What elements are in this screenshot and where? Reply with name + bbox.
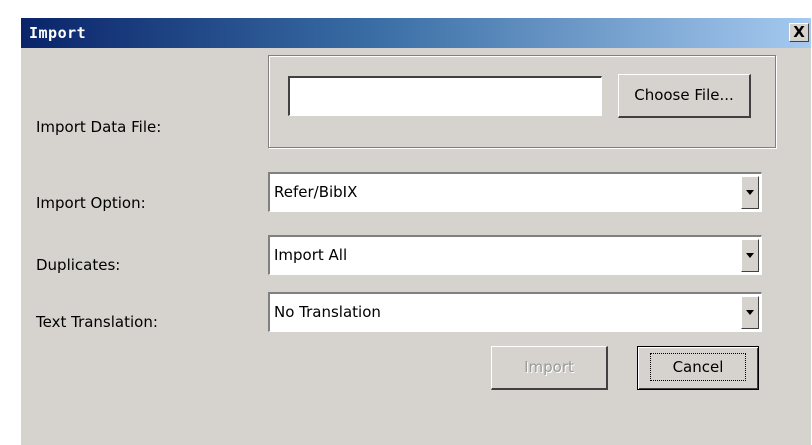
chevron-down-icon[interactable] [741,239,759,272]
text-translation-label: Text Translation: [36,313,158,331]
duplicates-label: Duplicates: [36,256,121,274]
import-button[interactable]: Import [491,346,608,390]
import-data-file-label: Import Data File: [36,118,162,136]
choose-file-button[interactable]: Choose File... [618,74,751,118]
dialog-title: Import [29,24,87,42]
text-translation-value: No Translation [274,303,381,321]
chevron-down-icon[interactable] [741,176,759,209]
import-option-select[interactable]: Refer/BibIX [268,172,762,212]
chevron-down-icon[interactable] [741,296,759,329]
close-icon: X [793,23,805,41]
duplicates-value: Import All [274,246,348,264]
import-option-value: Refer/BibIX [274,183,358,201]
text-translation-select[interactable]: No Translation [268,292,762,332]
title-bar[interactable]: Import X [21,18,811,48]
cancel-button[interactable]: Cancel [637,346,759,390]
import-option-label: Import Option: [36,194,146,212]
close-button[interactable]: X [789,23,809,42]
duplicates-select[interactable]: Import All [268,235,762,275]
import-file-input[interactable] [288,76,602,116]
cancel-button-label: Cancel [649,353,747,381]
